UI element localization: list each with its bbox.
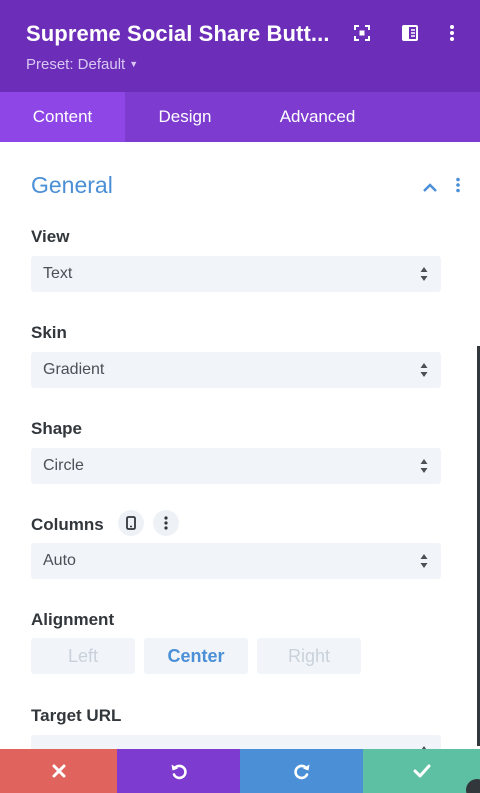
chevron-up-icon[interactable] (422, 180, 438, 198)
select-arrows-icon (420, 554, 428, 568)
redo-icon (293, 764, 309, 780)
discard-button[interactable] (0, 749, 117, 793)
align-center-button[interactable]: Center (144, 638, 248, 674)
modal-header: Supreme Social Share Butt... Preset: Def… (0, 0, 480, 92)
close-icon (52, 764, 65, 778)
columns-label: Columns (31, 515, 104, 534)
columns-value: Auto (43, 552, 76, 569)
skin-select[interactable]: Gradient (31, 352, 441, 388)
skin-label: Skin (31, 323, 67, 342)
preset-dropdown[interactable]: Preset: Default ▼ (26, 56, 138, 73)
target-url-select[interactable] (31, 735, 441, 749)
undo-icon (171, 764, 187, 780)
view-select[interactable]: Text (31, 256, 441, 292)
more-options-icon[interactable] (441, 22, 463, 44)
save-button[interactable] (363, 749, 480, 793)
caret-down-icon: ▼ (129, 59, 139, 69)
tab-advanced[interactable]: Advanced (245, 92, 390, 142)
shape-value: Circle (43, 457, 84, 474)
shape-select[interactable]: Circle (31, 448, 441, 484)
modal-title: Supreme Social Share Butt... (26, 21, 330, 46)
align-right-button[interactable]: Right (257, 638, 361, 674)
align-left-button[interactable]: Left (31, 638, 135, 674)
view-label: View (31, 227, 70, 246)
alignment-label: Alignment (31, 610, 115, 629)
undo-button[interactable] (117, 749, 240, 793)
sidebar-toggle-icon[interactable] (399, 22, 421, 44)
select-arrows-icon (420, 363, 428, 377)
redo-button[interactable] (240, 749, 363, 793)
view-value: Text (43, 265, 73, 282)
select-arrows-icon (420, 267, 428, 281)
options-dots-icon[interactable] (153, 510, 179, 536)
section-title[interactable]: General (31, 172, 113, 199)
shape-label: Shape (31, 419, 83, 438)
settings-tabs: Content Design Advanced (0, 92, 480, 142)
fullscreen-icon[interactable] (351, 22, 373, 44)
settings-panel: General View Text Skin Gradient Shape Ci… (0, 142, 480, 749)
tab-design[interactable]: Design (125, 92, 245, 142)
preset-label: Preset: Default (26, 56, 126, 73)
select-arrows-icon (420, 459, 428, 473)
tab-content[interactable]: Content (0, 92, 125, 142)
skin-value: Gradient (43, 361, 105, 378)
check-icon (413, 764, 430, 778)
mobile-icon[interactable] (118, 510, 144, 536)
action-bar (0, 749, 480, 793)
section-menu-icon[interactable] (455, 177, 461, 198)
target-url-label: Target URL (31, 706, 122, 725)
columns-select[interactable]: Auto (31, 543, 441, 579)
